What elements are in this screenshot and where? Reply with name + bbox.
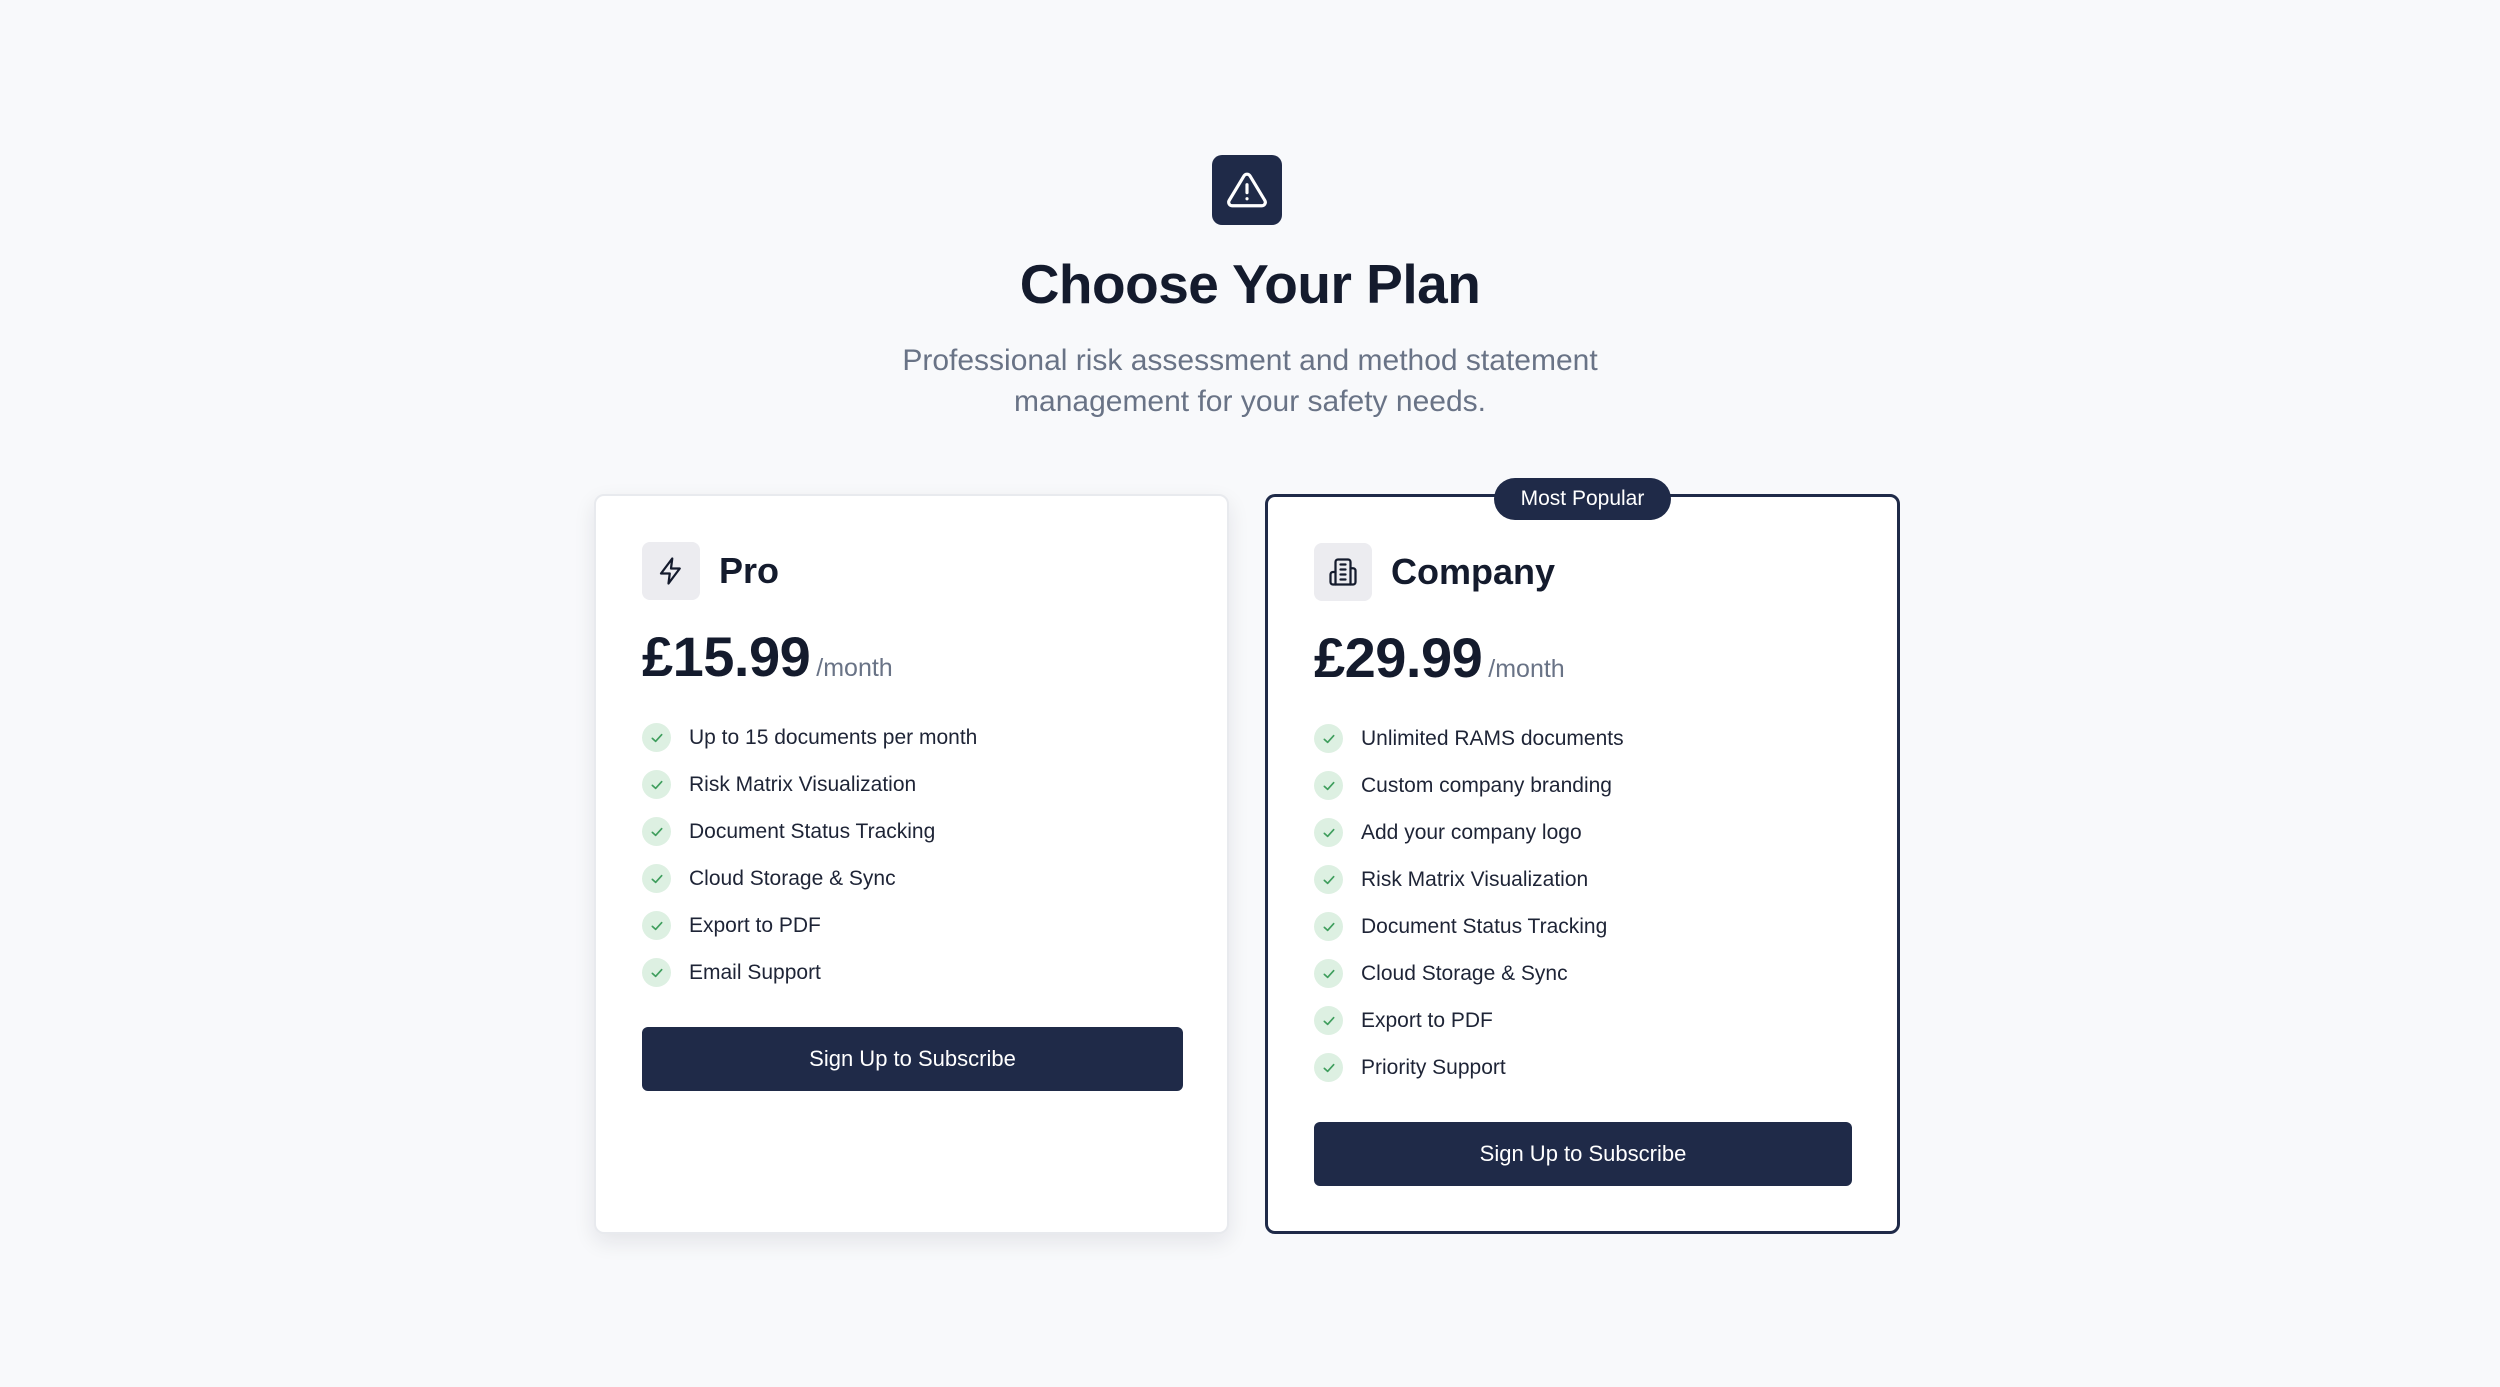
check-icon [1314,912,1343,941]
feature-label: Risk Matrix Visualization [1361,867,1589,891]
plan-icon-box [1314,543,1372,601]
plan-name: Pro [719,550,780,591]
feature-list: Up to 15 documents per month Risk Matrix… [642,714,977,996]
plan-name: Company [1391,551,1556,592]
price-row: £15.99 /month [642,624,893,689]
plan-icon-box [642,542,700,600]
price-row: £29.99 /month [1314,625,1565,690]
subscribe-button-pro[interactable]: Sign Up to Subscribe [642,1027,1183,1091]
feature-item: Email Support [642,949,977,996]
feature-item: Document Status Tracking [1314,903,1624,950]
feature-item: Export to PDF [1314,997,1624,1044]
check-icon [1314,1053,1343,1082]
feature-item: Cloud Storage & Sync [1314,950,1624,997]
feature-item: Risk Matrix Visualization [642,761,977,808]
check-icon [1314,724,1343,753]
plan-price: £15.99 [642,625,811,688]
feature-item: Export to PDF [642,902,977,949]
feature-item: Add your company logo [1314,809,1624,856]
warning-triangle-icon [1227,172,1267,208]
building-icon [1329,558,1357,586]
feature-label: Cloud Storage & Sync [689,866,896,890]
feature-item: Up to 15 documents per month [642,714,977,761]
plan-price: £29.99 [1314,626,1483,689]
feature-item: Unlimited RAMS documents [1314,715,1624,762]
feature-label: Document Status Tracking [689,819,936,843]
lightning-bolt-icon [659,557,681,585]
page-title: Choose Your Plan [1019,253,1481,315]
feature-item: Document Status Tracking [642,808,977,855]
check-icon [1314,959,1343,988]
plan-header: Company [1314,543,1555,601]
feature-list: Unlimited RAMS documents Custom company … [1314,715,1624,1091]
feature-label: Export to PDF [1361,1008,1493,1032]
subscribe-button-company[interactable]: Sign Up to Subscribe [1314,1122,1852,1186]
check-icon [642,911,671,940]
page-subtitle: Professional risk assessment and method … [902,344,1598,418]
feature-label: Priority Support [1361,1055,1506,1079]
feature-label: Email Support [689,960,821,984]
check-icon [642,864,671,893]
feature-label: Up to 15 documents per month [689,725,978,749]
feature-label: Cloud Storage & Sync [1361,961,1568,985]
feature-item: Priority Support [1314,1044,1624,1091]
plan-period: /month [816,654,893,682]
most-popular-badge: Most Popular [1494,478,1671,520]
feature-label: Document Status Tracking [1361,914,1608,938]
check-icon [642,723,671,752]
feature-label: Unlimited RAMS documents [1361,726,1624,750]
warning-logo [1212,155,1282,225]
check-icon [1314,771,1343,800]
check-icon [642,770,671,799]
plan-period: /month [1488,655,1565,683]
check-icon [642,958,671,987]
check-icon [1314,865,1343,894]
feature-label: Custom company branding [1361,773,1612,797]
check-icon [1314,1006,1343,1035]
feature-item: Risk Matrix Visualization [1314,856,1624,903]
feature-item: Cloud Storage & Sync [642,855,977,902]
check-icon [642,817,671,846]
plan-card-pro: Pro £15.99 /month Up to 15 documents per… [594,494,1229,1234]
plan-card-company: Company £29.99 /month Unlimited RAMS doc… [1265,494,1900,1234]
feature-label: Add your company logo [1361,820,1582,844]
feature-label: Export to PDF [689,913,821,937]
check-icon [1314,818,1343,847]
plan-header: Pro [642,542,779,600]
feature-item: Custom company branding [1314,762,1624,809]
feature-label: Risk Matrix Visualization [689,772,917,796]
